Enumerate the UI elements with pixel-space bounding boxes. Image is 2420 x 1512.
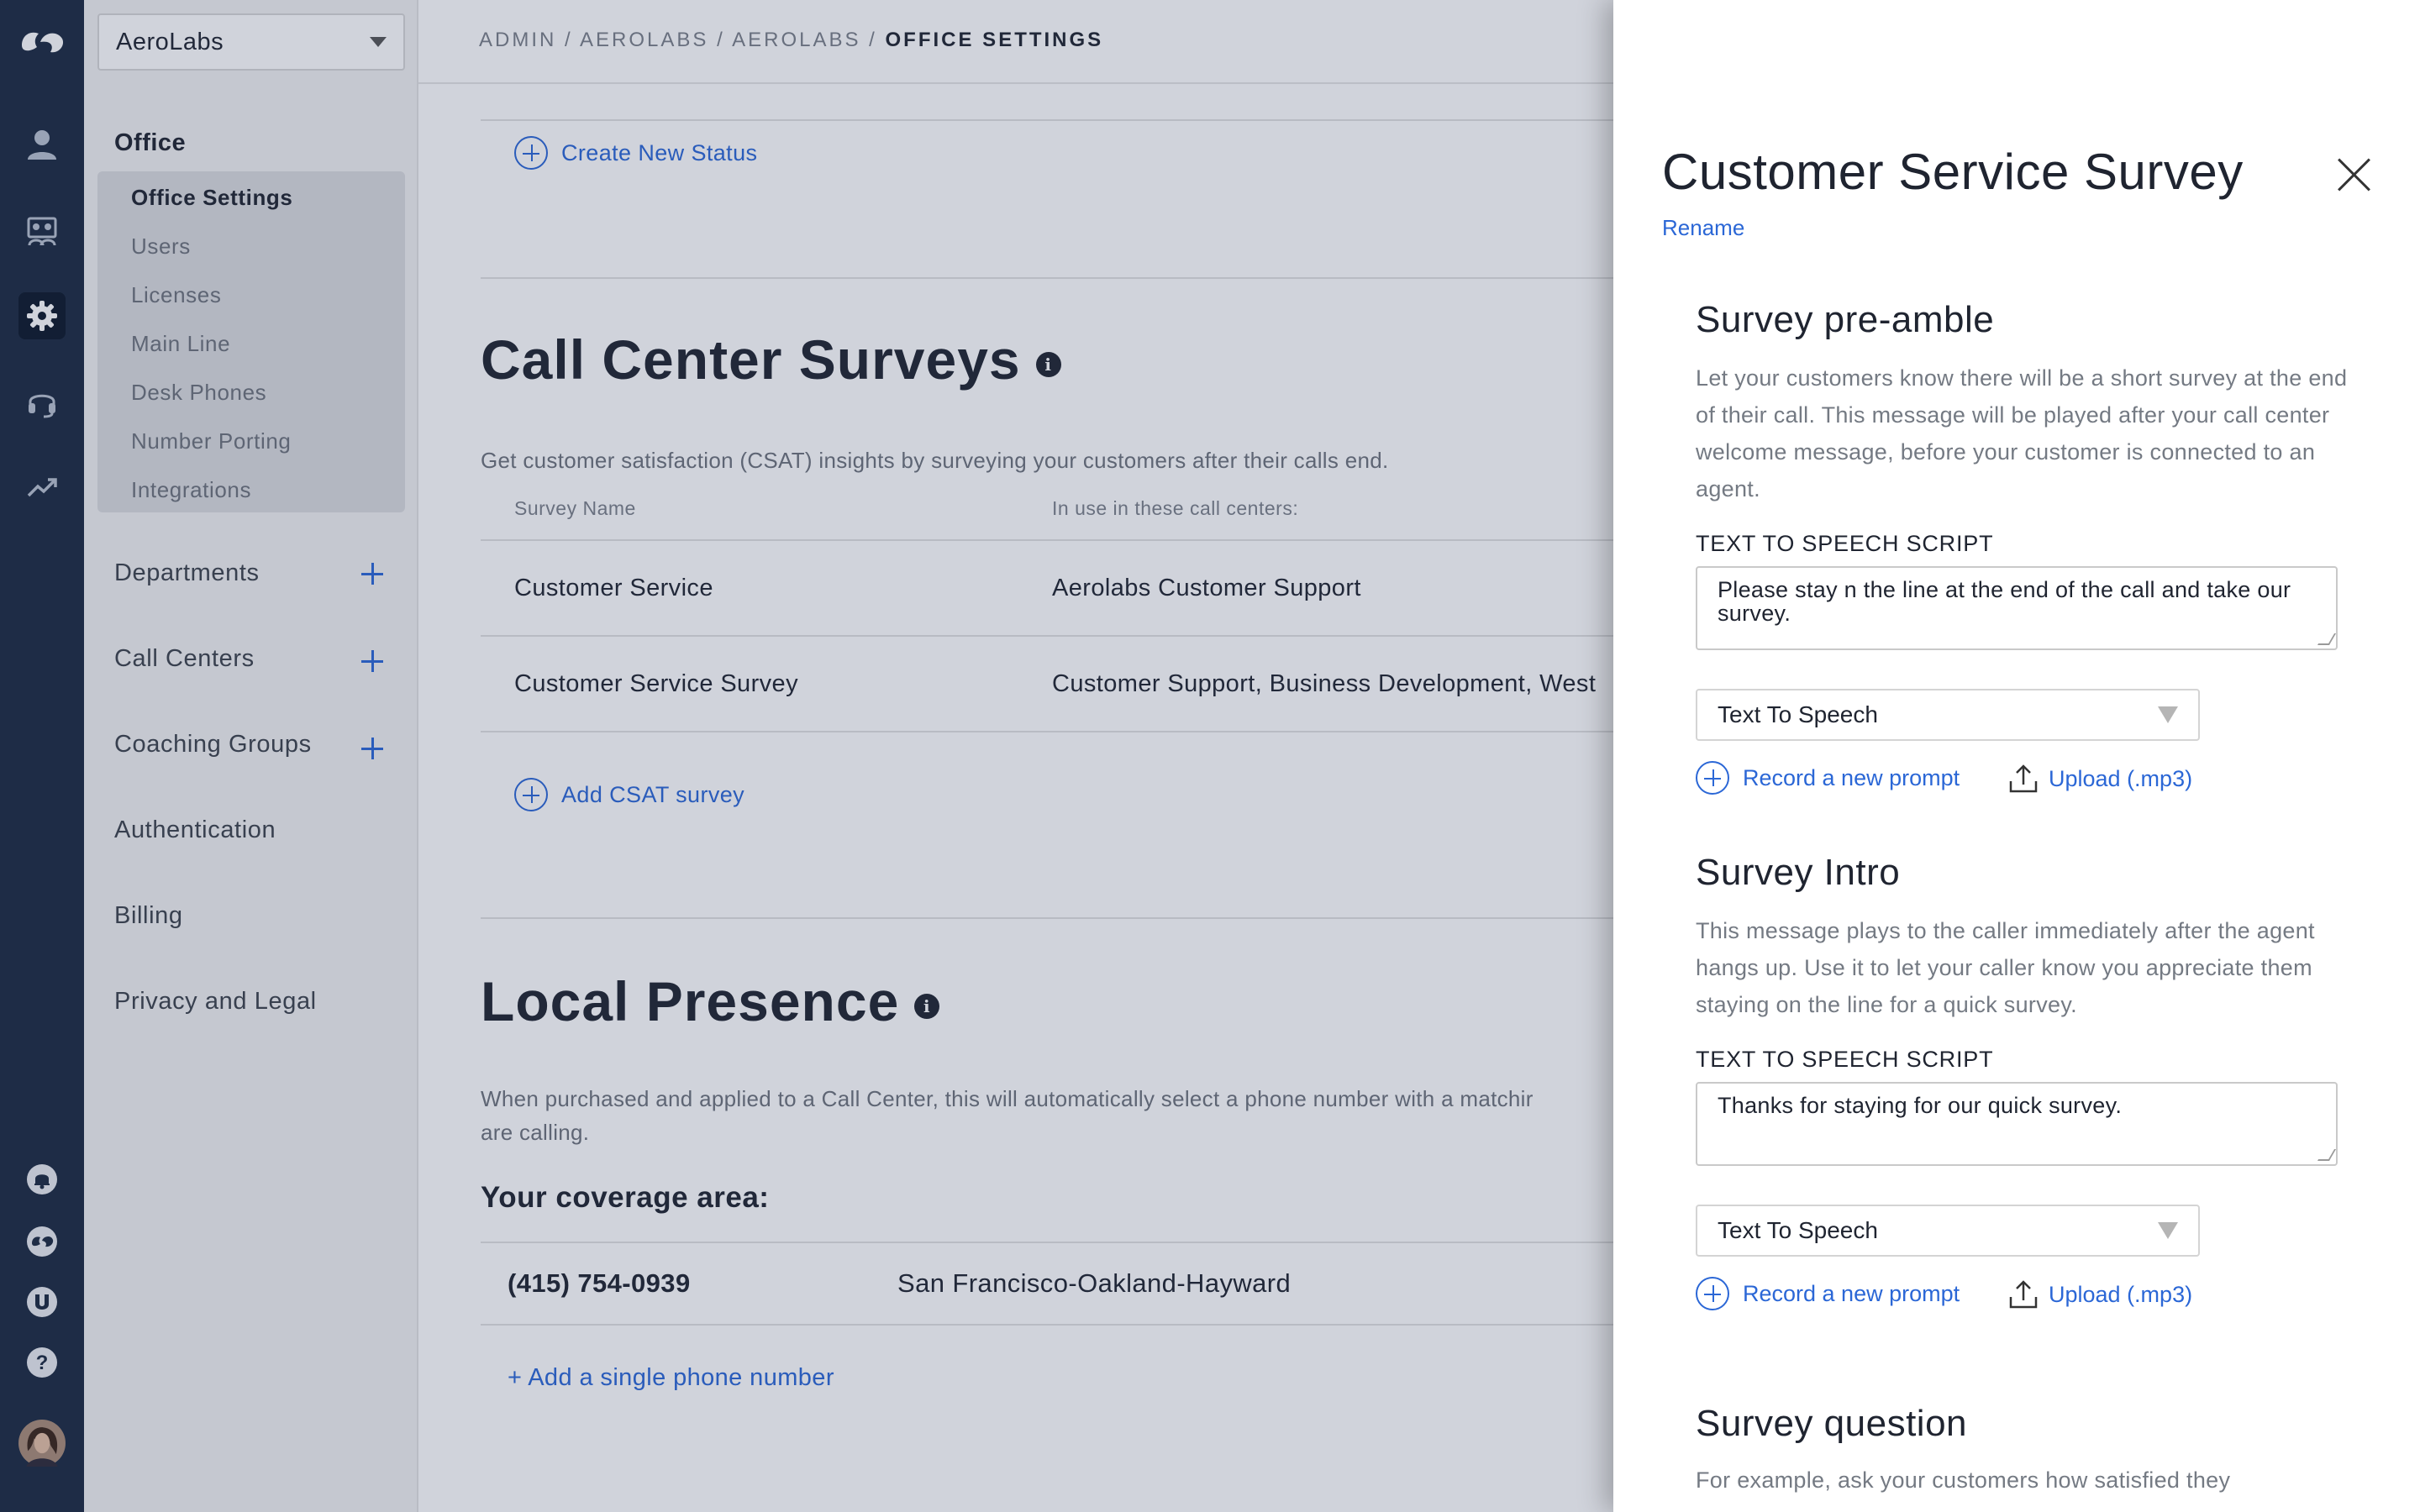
- preamble-script-text: Please stay n the line at the end of the…: [1718, 577, 2291, 626]
- intro-record-button[interactable]: Record a new prompt: [1696, 1277, 1960, 1310]
- intro-mode-select[interactable]: Text To Speech: [1696, 1205, 2200, 1257]
- add-circle-icon: [1696, 1277, 1729, 1310]
- preamble-mode-value: Text To Speech: [1718, 701, 1878, 727]
- survey-edit-panel: Customer Service Survey Rename Survey pr…: [1613, 0, 2420, 1512]
- preamble-record-button[interactable]: Record a new prompt: [1696, 761, 1960, 795]
- question-title: Survey question: [1696, 1403, 1968, 1444]
- upload-icon: [2009, 1280, 2038, 1309]
- upload-icon: [2009, 764, 2038, 793]
- chevron-down-icon: [2158, 1222, 2178, 1239]
- resize-handle-icon[interactable]: [2317, 633, 2337, 645]
- intro-script-text: Thanks for staying for our quick survey.: [1718, 1093, 2123, 1118]
- question-description: For example, ask your customers how sati…: [1696, 1467, 2231, 1493]
- intro-title: Survey Intro: [1696, 852, 1901, 893]
- preamble-upload-button[interactable]: Upload (.mp3): [2008, 764, 2192, 793]
- intro-script-textarea[interactable]: Thanks for staying for our quick survey.: [1696, 1082, 2338, 1166]
- resize-handle-icon[interactable]: [2317, 1149, 2337, 1161]
- intro-description: This message plays to the caller immedia…: [1696, 918, 2315, 1017]
- intro-record-label: Record a new prompt: [1743, 1280, 1960, 1306]
- preamble-script-textarea[interactable]: Please stay n the line at the end of the…: [1696, 566, 2338, 650]
- rename-link[interactable]: Rename: [1662, 215, 1744, 241]
- intro-mode-value: Text To Speech: [1718, 1217, 1878, 1243]
- preamble-record-label: Record a new prompt: [1743, 764, 1960, 790]
- intro-upload-label: Upload (.mp3): [2049, 1281, 2193, 1307]
- preamble-mode-select[interactable]: Text To Speech: [1696, 689, 2200, 741]
- add-circle-icon: [1696, 761, 1729, 795]
- preamble-description: Let your customers know there will be a …: [1696, 365, 2348, 501]
- chevron-down-icon: [2158, 706, 2178, 723]
- preamble-upload-label: Upload (.mp3): [2049, 765, 2193, 791]
- intro-upload-button[interactable]: Upload (.mp3): [2008, 1280, 2192, 1309]
- intro-tts-label: TEXT TO SPEECH SCRIPT: [1696, 1047, 1994, 1072]
- preamble-tts-label: TEXT TO SPEECH SCRIPT: [1696, 531, 1994, 556]
- close-icon[interactable]: [2336, 156, 2373, 193]
- panel-title: Customer Service Survey: [1662, 144, 2244, 200]
- modal-overlay[interactable]: [0, 0, 1613, 1512]
- preamble-title: Survey pre-amble: [1696, 299, 1995, 340]
